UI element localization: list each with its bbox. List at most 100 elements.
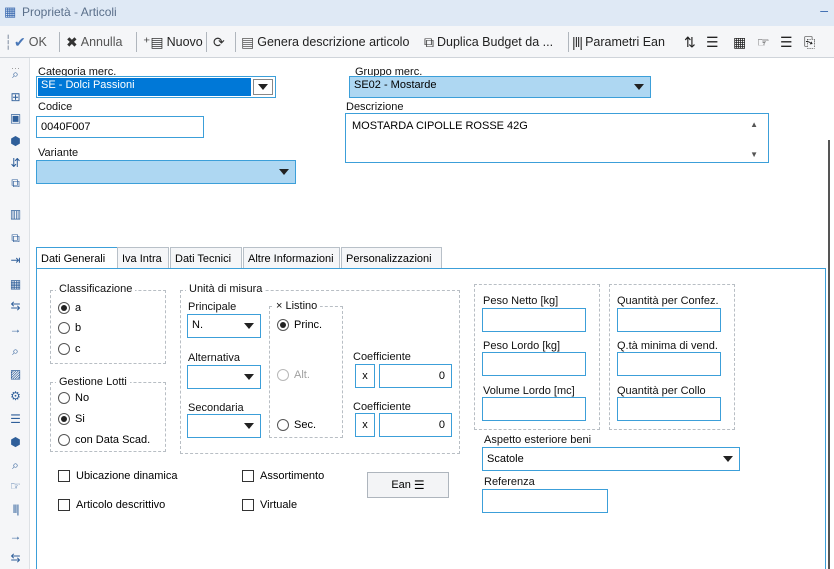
gruppo-value: SE02 - Mostarde	[354, 79, 437, 91]
pages-icon[interactable]: ▥	[7, 206, 24, 223]
variante-select[interactable]	[36, 160, 296, 184]
tree-icon[interactable]: ⊞	[7, 89, 24, 106]
secondaria-select[interactable]	[187, 414, 261, 438]
cube-icon[interactable]: ⬢	[7, 133, 24, 150]
barcode-icon: |‖|	[572, 34, 583, 50]
coeff-alt-field[interactable]: 0	[379, 364, 452, 388]
check-icon: ✔	[14, 33, 26, 50]
articolo-descrittivo-label: Articolo descrittivo	[76, 499, 166, 511]
import-icon[interactable]: ⇥	[7, 252, 24, 269]
articolo-descrittivo-checkbox[interactable]: Articolo descrittivo	[58, 499, 165, 511]
quantita-collo-label: Quantità per Collo	[617, 385, 706, 397]
lotti-radio-no[interactable]: No	[58, 392, 89, 404]
coeff-sec-field[interactable]: 0	[379, 413, 452, 437]
nuovo-button[interactable]: ⁺▤ Nuovo	[143, 32, 203, 52]
ean-button[interactable]: Ean ☰	[367, 472, 449, 498]
alternativa-select[interactable]	[187, 365, 261, 389]
peso-lordo-field[interactable]	[482, 352, 586, 376]
volume-lordo-field[interactable]	[482, 397, 586, 421]
tab-iva-intra[interactable]: Iva Intra	[117, 247, 169, 270]
search-doc-icon[interactable]: ⌕	[7, 457, 24, 474]
move-button[interactable]: ⇅	[684, 32, 699, 52]
indent-icon[interactable]: →	[7, 321, 24, 338]
ubicazione-label: Ubicazione dinamica	[76, 470, 178, 482]
list2-button[interactable]: ☰	[780, 32, 796, 52]
box-icon[interactable]: ⬢	[7, 434, 24, 451]
annulla-label: Annulla	[80, 35, 123, 49]
descrizione-field[interactable]: MOSTARDA CIPOLLE ROSSE 42G ▲ ▼	[345, 113, 769, 163]
indent2-icon[interactable]: →	[7, 528, 24, 545]
listino-radio-sec[interactable]: Sec.	[277, 419, 316, 431]
coeff-alt-x: x	[355, 364, 375, 388]
lotti-radio-data-scad[interactable]: con Data Scad.	[58, 434, 150, 446]
gear-doc-icon[interactable]: ⚙	[7, 388, 24, 405]
chevron-down-icon	[244, 323, 254, 329]
referenza-field[interactable]	[482, 489, 608, 513]
export-icon: ⎘	[804, 33, 816, 50]
principale-label: Principale	[188, 301, 237, 313]
export-button[interactable]: ⎘	[804, 32, 818, 52]
vertical-scrollbar[interactable]	[828, 140, 830, 569]
hand-button[interactable]: ☞	[757, 32, 773, 52]
classificazione-radio-b[interactable]: b	[58, 322, 81, 334]
tab-personalizzazioni[interactable]: Personalizzazioni	[341, 247, 442, 270]
link2-icon[interactable]: ⇆	[7, 550, 24, 567]
lotti-si-label: Si	[75, 413, 85, 425]
classificazione-radio-c[interactable]: c	[58, 343, 81, 355]
quantita-minima-field[interactable]	[617, 352, 721, 376]
folder-icon[interactable]: ▣	[7, 110, 24, 127]
x-icon: ×	[276, 300, 283, 312]
virtuale-label: Virtuale	[260, 499, 298, 511]
categoria-select[interactable]: SE - Dolci Passioni	[36, 76, 276, 98]
ubicazione-dinamica-checkbox[interactable]: Ubicazione dinamica	[58, 470, 178, 482]
assortimento-checkbox[interactable]: Assortimento	[242, 470, 324, 482]
listino-radio-princ[interactable]: Princ.	[277, 319, 322, 331]
grid-icon: ▦	[733, 33, 747, 50]
checkbox-icon	[242, 470, 254, 482]
duplica-budget-button[interactable]: ⧉ Duplica Budget da ...	[424, 32, 553, 52]
hand-icon[interactable]: ☞	[7, 478, 24, 495]
volume-lordo-label: Volume Lordo [mc]	[483, 385, 575, 397]
sort-icon[interactable]: ⇵	[7, 155, 24, 172]
annulla-button[interactable]: ✖ Annulla	[66, 32, 122, 52]
principale-select[interactable]: N.	[187, 314, 261, 338]
classificazione-radio-a[interactable]: a	[58, 302, 81, 314]
new-record-icon: ⁺▤	[143, 33, 164, 50]
link-icon[interactable]: ⇆	[7, 298, 24, 315]
virtuale-checkbox[interactable]: Virtuale	[242, 499, 297, 511]
alternativa-label: Alternativa	[188, 352, 240, 364]
calendar-icon[interactable]: ▦	[7, 276, 24, 293]
checkbox-icon	[242, 499, 254, 511]
list-button[interactable]: ☰	[706, 32, 722, 52]
search-icon[interactable]: ⌕	[7, 66, 24, 83]
grid-button[interactable]: ▦	[733, 32, 749, 52]
ok-button[interactable]: ✔ OK	[14, 32, 47, 52]
tab-dati-tecnici[interactable]: Dati Tecnici	[170, 247, 242, 270]
scroll-down-icon[interactable]: ▼	[750, 150, 758, 159]
move-icon: ⇅	[684, 33, 696, 50]
scroll-up-icon[interactable]: ▲	[750, 120, 758, 129]
codice-field[interactable]: 0040F007	[36, 116, 204, 138]
chevron-down-icon	[244, 374, 254, 380]
genera-descrizione-button[interactable]: ▤ Genera descrizione articolo	[241, 32, 409, 52]
listino-princ-label: Princ.	[294, 319, 323, 331]
refresh-button[interactable]: ⟳	[213, 32, 228, 52]
tab-altre-informazioni[interactable]: Altre Informazioni	[243, 247, 340, 270]
left-toolbar: ⋯ ⌕ ⊞ ▣ ⬢ ⇵ ⧉ ▥ ⧉ ⇥ ▦ ⇆ → ⌕ ▨ ⚙ ☰ ⬢ ⌕ ☞ …	[0, 58, 30, 569]
layers-icon[interactable]: ⧉	[7, 175, 24, 192]
categoria-dropdown-button[interactable]	[253, 79, 273, 95]
quantita-confez-field[interactable]	[617, 308, 721, 332]
peso-netto-field[interactable]	[482, 308, 586, 332]
barcode-icon[interactable]: ‖|	[7, 501, 24, 518]
parametri-ean-button[interactable]: |‖| Parametri Ean	[572, 32, 665, 52]
minimize-icon[interactable]: –	[820, 2, 828, 18]
aspetto-select[interactable]: Scatole	[482, 447, 740, 471]
image-icon[interactable]: ▨	[7, 366, 24, 383]
quantita-collo-field[interactable]	[617, 397, 721, 421]
gruppo-select[interactable]: SE02 - Mostarde	[349, 76, 651, 98]
duplicate-icon[interactable]: ⧉	[7, 230, 24, 247]
lotti-radio-si[interactable]: Si	[58, 413, 85, 425]
classificazione-a-label: a	[75, 302, 82, 314]
numbered-list-icon[interactable]: ☰	[7, 411, 24, 428]
zoom-doc-icon[interactable]: ⌕	[7, 343, 24, 360]
